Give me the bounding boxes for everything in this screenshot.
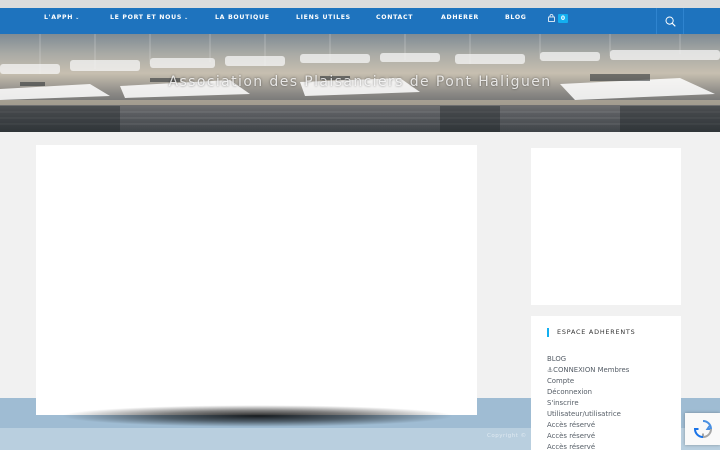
nav-item-blog[interactable]: BLOG	[505, 8, 527, 34]
recaptcha-badge[interactable]	[685, 413, 720, 445]
site-title: Association des Plaisanciers de Pont Hal…	[168, 74, 552, 90]
cart-button[interactable]: 0	[548, 12, 568, 24]
top-bar	[0, 0, 720, 8]
nav-item-liens[interactable]: LIENS UTILES	[296, 8, 351, 34]
link-deconnexion[interactable]: Déconnexion	[547, 387, 629, 398]
nav-label: LIENS UTILES	[296, 14, 351, 21]
main-content-area	[36, 145, 477, 415]
footer-copyright: Copyright ©	[487, 433, 527, 439]
nav-label: BLOG	[505, 14, 527, 21]
hero-banner: Association des Plaisanciers de Pont Hal…	[0, 34, 720, 132]
content-shadow	[60, 405, 455, 427]
search-icon	[665, 16, 676, 27]
link-acces-reserve[interactable]: Accès réservé	[547, 442, 629, 450]
main-navigation: L'APPH ⌄ LE PORT ET NOUS ⌄ LA BOUTIQUE LIE…	[0, 8, 720, 34]
chevron-down-icon: ⌄	[75, 15, 80, 21]
nav-label: LE PORT ET NOUS	[110, 14, 182, 21]
nav-label: LA BOUTIQUE	[215, 14, 270, 21]
sidebar-widget-empty	[531, 148, 681, 305]
widget-title: ESPACE ADHERENTS	[547, 328, 635, 337]
link-compte[interactable]: Compte	[547, 376, 629, 387]
nav-item-port[interactable]: LE PORT ET NOUS ⌄	[110, 8, 189, 34]
link-acces-reserve[interactable]: Accès réservé	[547, 431, 629, 442]
nav-item-contact[interactable]: CONTACT	[376, 8, 413, 34]
chevron-down-icon: ⌄	[184, 15, 189, 21]
nav-label: ADHERER	[441, 14, 479, 21]
link-blog[interactable]: BLOG	[547, 354, 629, 365]
link-utilisateur[interactable]: Utilisateur/utilisatrice	[547, 409, 629, 420]
nav-label: L'APPH	[44, 14, 74, 21]
members-link-list: BLOG ⚓CONNEXION Membres Compte Déconnexi…	[547, 354, 629, 450]
nav-item-adherer[interactable]: ADHERER	[441, 8, 479, 34]
nav-label: CONTACT	[376, 14, 414, 21]
nav-item-boutique[interactable]: LA BOUTIQUE	[215, 8, 270, 34]
link-acces-reserve[interactable]: Accès réservé	[547, 420, 629, 431]
recaptcha-icon	[693, 420, 712, 439]
nav-item-apph[interactable]: L'APPH ⌄	[44, 8, 80, 34]
cart-count-badge: 0	[558, 13, 568, 23]
link-inscrire[interactable]: S'inscrire	[547, 398, 629, 409]
search-button[interactable]	[656, 8, 684, 34]
link-connexion-membres[interactable]: ⚓CONNEXION Membres	[547, 365, 629, 376]
sidebar-members-area: ESPACE ADHERENTS BLOG ⚓CONNEXION Membres…	[531, 316, 681, 450]
cart-icon	[548, 14, 555, 22]
